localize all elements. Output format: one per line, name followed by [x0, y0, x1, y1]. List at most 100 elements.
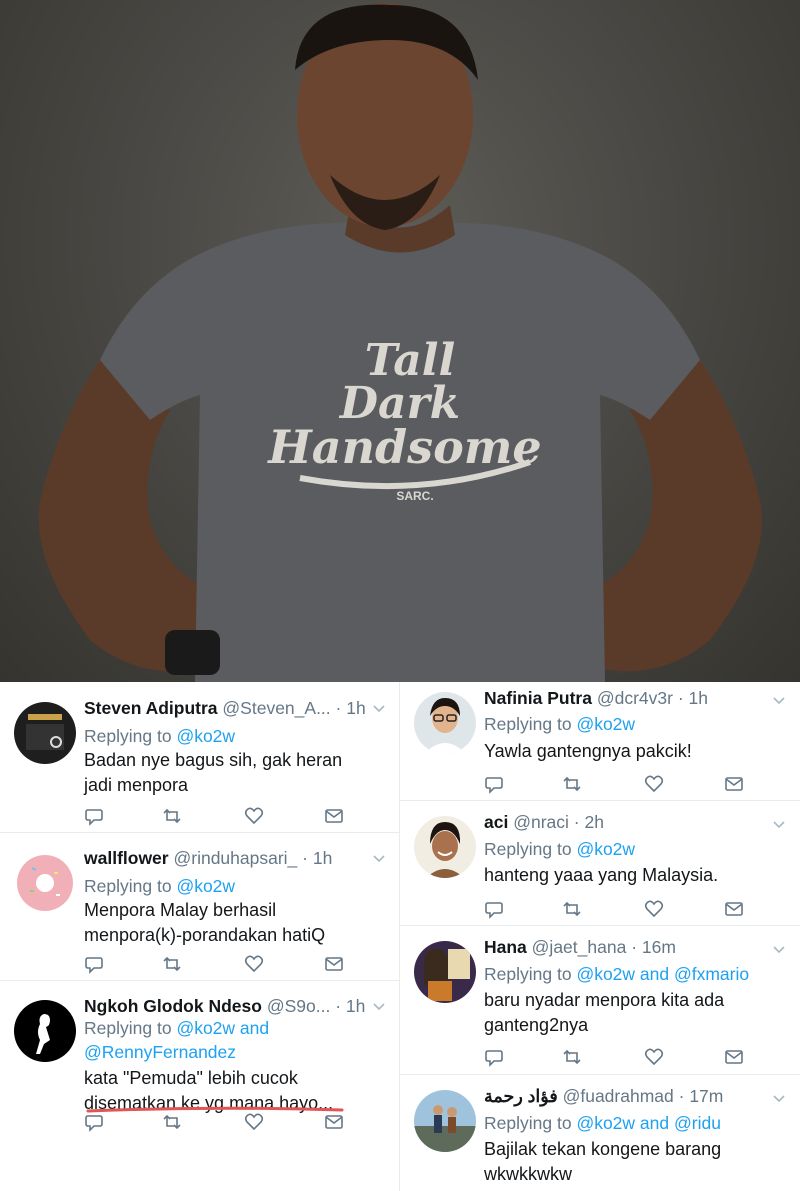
timestamp[interactable]: · 1h	[302, 848, 332, 868]
display-name[interactable]: Ngkoh Glodok Ndeso	[84, 996, 262, 1016]
donut-avatar-icon	[17, 855, 73, 911]
message-icon[interactable]	[324, 1112, 344, 1132]
tweet-text: Yawla gantengnya pakcik!	[484, 739, 784, 764]
message-icon[interactable]	[324, 954, 344, 974]
user-handle[interactable]: @fuadrahmad	[563, 1086, 674, 1106]
retweet-icon[interactable]	[562, 1047, 582, 1067]
woman-glasses-avatar-icon	[414, 692, 476, 754]
tweet-text-line: Menpora Malay berhasil	[84, 900, 277, 920]
shirt-text-handsome: Handsome	[266, 420, 541, 474]
display-name[interactable]: aci	[484, 812, 508, 832]
tweet[interactable]: Steven Adiputra @Steven_A... · 1h Replyi…	[0, 682, 400, 833]
display-name[interactable]: Nafinia Putra	[484, 688, 592, 708]
heart-icon[interactable]	[644, 899, 664, 919]
reply-column-left: Steven Adiputra @Steven_A... · 1h Replyi…	[0, 682, 400, 1191]
tweet-text-line: Badan nye bagus sih, gak heran	[84, 750, 343, 770]
reply-icon[interactable]	[484, 899, 504, 919]
tweet-header: فؤاد رحمة @fuadrahmad · 17m	[484, 1086, 784, 1107]
display-name[interactable]: فؤاد رحمة	[484, 1086, 558, 1106]
avatar[interactable]	[414, 1090, 476, 1152]
user-handle[interactable]: @S9o...	[267, 996, 331, 1016]
tweet-actions	[484, 774, 754, 796]
mention-link[interactable]: @ko2w and @fxmario	[576, 964, 749, 984]
tweet-text: Badan nye bagus sih, gak heran jadi menp…	[84, 748, 384, 798]
user-handle[interactable]: @nraci	[513, 812, 569, 832]
tweet[interactable]: aci @nraci · 2h Replying to @ko2w hanten…	[400, 800, 800, 926]
mention-link[interactable]: @ko2w and	[176, 1018, 269, 1038]
timestamp[interactable]: · 1h	[336, 698, 366, 718]
avatar[interactable]	[414, 816, 476, 878]
heart-icon[interactable]	[644, 1047, 664, 1067]
avatar[interactable]	[14, 1000, 76, 1062]
mention-link[interactable]: @RennyFernandez	[84, 1040, 384, 1064]
reply-icon[interactable]	[84, 954, 104, 974]
tweet-text-line: hanteng yaaa yang Malaysia.	[484, 865, 719, 885]
tweet[interactable]: فؤاد رحمة @fuadrahmad · 17m Replying to …	[400, 1074, 800, 1191]
heart-icon[interactable]	[644, 774, 664, 794]
retweet-icon[interactable]	[162, 954, 182, 974]
timestamp[interactable]: · 2h	[574, 812, 604, 832]
taurus-avatar-icon	[26, 714, 64, 750]
tweet-header: Hana @jaet_hana · 16m	[484, 937, 784, 958]
replying-to-label: Replying to	[84, 726, 172, 746]
retweet-icon[interactable]	[162, 1112, 182, 1132]
reply-icon[interactable]	[84, 806, 104, 826]
reply-icon[interactable]	[84, 1112, 104, 1132]
user-handle[interactable]: @rinduhapsari_	[173, 848, 297, 868]
chevron-down-icon[interactable]	[772, 945, 786, 955]
timestamp[interactable]: · 1h	[678, 688, 708, 708]
retweet-icon[interactable]	[562, 774, 582, 794]
user-handle[interactable]: @dcr4v3r	[597, 688, 673, 708]
reply-icon[interactable]	[484, 774, 504, 794]
reply-context: Replying to @ko2w	[484, 712, 784, 736]
user-handle[interactable]: @Steven_A...	[222, 698, 330, 718]
reply-icon[interactable]	[484, 1047, 504, 1067]
reply-context: Replying to @ko2w and @fxmario	[484, 962, 784, 986]
display-name[interactable]: wallflower	[84, 848, 169, 868]
chevron-down-icon[interactable]	[372, 854, 386, 864]
message-icon[interactable]	[724, 899, 744, 919]
mention-link[interactable]: @ko2w	[176, 876, 235, 896]
tweet[interactable]: Nafinia Putra @dcr4v3r · 1h Replying to …	[400, 682, 800, 801]
chevron-down-icon[interactable]	[772, 1094, 786, 1104]
heart-icon[interactable]	[244, 1112, 264, 1132]
avatar[interactable]	[414, 941, 476, 1003]
mention-link[interactable]: @ko2w	[176, 726, 235, 746]
message-icon[interactable]	[724, 1047, 744, 1067]
avatar[interactable]	[14, 852, 76, 914]
tweet[interactable]: Hana @jaet_hana · 16m Replying to @ko2w …	[400, 925, 800, 1075]
timestamp[interactable]: · 16m	[631, 937, 676, 957]
timestamp[interactable]: · 1h	[335, 996, 365, 1016]
message-icon[interactable]	[324, 806, 344, 826]
reply-context: Replying to @ko2w	[484, 837, 784, 861]
heart-icon[interactable]	[244, 806, 264, 826]
reply-column-right: Nafinia Putra @dcr4v3r · 1h Replying to …	[400, 682, 800, 1191]
tweet[interactable]: Ngkoh Glodok Ndeso @S9o... · 1h Replying…	[0, 980, 400, 1191]
tweet-text: Menpora Malay berhasil menpora(k)-porand…	[84, 898, 384, 948]
chevron-down-icon[interactable]	[372, 704, 386, 714]
avatar[interactable]	[14, 702, 76, 764]
replying-to-label: Replying to	[484, 964, 572, 984]
chevron-down-icon[interactable]	[372, 1002, 386, 1012]
timestamp[interactable]: · 17m	[679, 1086, 724, 1106]
avatar[interactable]	[414, 692, 476, 754]
tweet-header: aci @nraci · 2h	[484, 812, 784, 833]
message-icon[interactable]	[724, 774, 744, 794]
replying-to-label: Replying to	[84, 876, 172, 896]
tweet-text-line: Yawla gantengnya pakcik!	[484, 741, 692, 761]
reply-context: Replying to @ko2w and @RennyFernandez	[84, 1016, 384, 1064]
chevron-down-icon[interactable]	[772, 820, 786, 830]
mention-link[interactable]: @ko2w	[576, 714, 635, 734]
chevron-down-icon[interactable]	[772, 696, 786, 706]
display-name[interactable]: Hana	[484, 937, 527, 957]
retweet-icon[interactable]	[562, 899, 582, 919]
display-name[interactable]: Steven Adiputra	[84, 698, 218, 718]
tweet[interactable]: wallflower @rinduhapsari_ · 1h Replying …	[0, 832, 400, 981]
heart-icon[interactable]	[244, 954, 264, 974]
shirt-brand: SARC.	[396, 489, 433, 503]
mention-link[interactable]: @ko2w and @ridu	[576, 1113, 721, 1133]
user-handle[interactable]: @jaet_hana	[532, 937, 627, 957]
mention-link[interactable]: @ko2w	[576, 839, 635, 859]
tweet-text-line: baru nyadar menpora kita ada	[484, 990, 725, 1010]
retweet-icon[interactable]	[162, 806, 182, 826]
